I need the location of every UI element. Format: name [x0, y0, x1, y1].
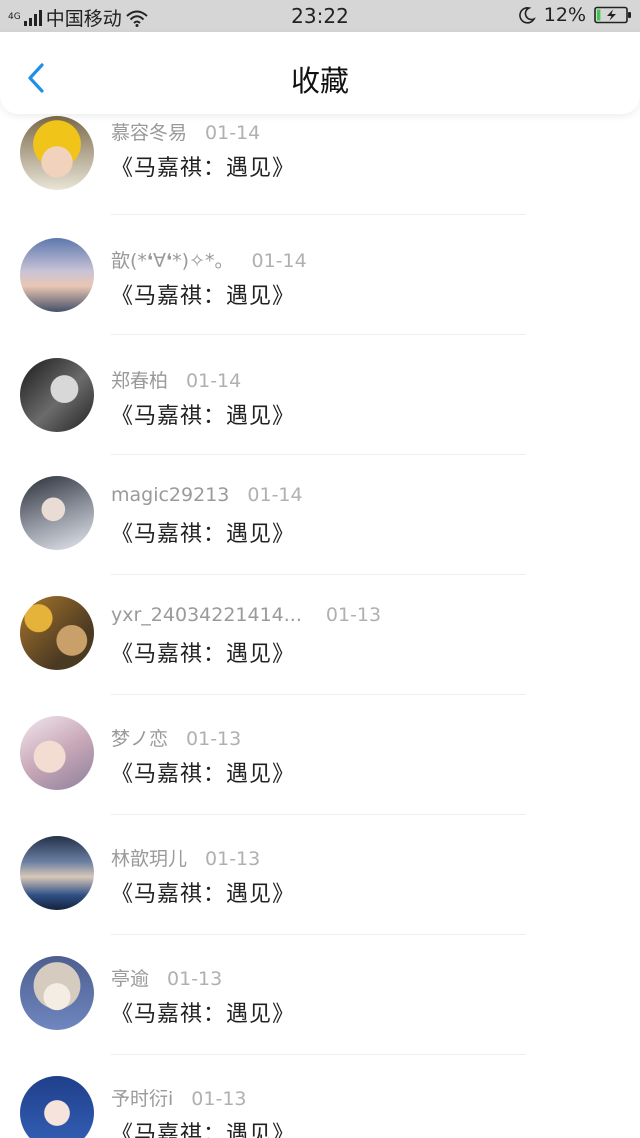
battery-charging-icon [594, 6, 631, 24]
item-meta: yxr_24034221414... 01-13 [111, 604, 381, 626]
avatar[interactable] [20, 238, 94, 312]
divider [111, 694, 526, 695]
avatar[interactable] [20, 1076, 94, 1138]
divider [111, 334, 526, 335]
avatar[interactable] [20, 358, 94, 432]
work-title[interactable]: 《马嘉祺：遇见》 [111, 150, 295, 182]
item-meta: 歆(*❛∀❛*)✧*。 01-14 [111, 246, 307, 273]
user-name[interactable]: 林歆玥儿 [111, 848, 187, 870]
item-date: 01-14 [247, 484, 303, 506]
user-name[interactable]: 歆(*❛∀❛*)✧*。 [111, 250, 234, 272]
item-date: 01-13 [186, 728, 242, 750]
user-name[interactable]: yxr_24034221414... [111, 604, 302, 626]
item-date: 01-14 [251, 250, 307, 272]
avatar[interactable] [20, 716, 94, 790]
avatar[interactable] [20, 836, 94, 910]
divider [111, 454, 526, 455]
divider [111, 814, 526, 815]
list-item[interactable]: 梦ノ恋 01-13 《马嘉祺：遇见》 [0, 706, 640, 825]
divider [111, 1054, 526, 1055]
user-name[interactable]: magic29213 [111, 484, 229, 506]
user-name[interactable]: 予时衍i [111, 1088, 173, 1110]
avatar[interactable] [20, 596, 94, 670]
divider [111, 214, 526, 215]
item-date: 01-13 [325, 604, 382, 626]
header-bar: 收藏 [0, 32, 640, 114]
list-item[interactable]: magic29213 01-14 《马嘉祺：遇见》 [0, 466, 640, 585]
item-meta: 林歆玥儿 01-13 [111, 844, 260, 871]
item-meta: 予时衍i 01-13 [111, 1084, 247, 1111]
work-title[interactable]: 《马嘉祺：遇见》 [111, 876, 295, 908]
user-name[interactable]: 郑春柏 [111, 370, 168, 392]
avatar[interactable] [20, 116, 94, 190]
work-title[interactable]: 《马嘉祺：遇见》 [111, 996, 295, 1028]
list-item[interactable]: 亭逾 01-13 《马嘉祺：遇见》 [0, 946, 640, 1065]
item-date: 01-13 [191, 1088, 247, 1110]
user-name[interactable]: 梦ノ恋 [111, 728, 168, 750]
work-title[interactable]: 《马嘉祺：遇见》 [111, 756, 295, 788]
list-item[interactable]: 林歆玥儿 01-13 《马嘉祺：遇见》 [0, 826, 640, 945]
list-item[interactable]: 歆(*❛∀❛*)✧*。 01-14 《马嘉祺：遇见》 [0, 226, 640, 345]
divider [111, 574, 526, 575]
item-meta: 慕容冬易 01-14 [111, 118, 260, 145]
favorites-list: 慕容冬易 01-14 《马嘉祺：遇见》 歆(*❛∀❛*)✧*。 01-14 《马嘉祺… [0, 114, 640, 1138]
item-meta: 郑春柏 01-14 [111, 366, 241, 393]
divider [111, 934, 526, 935]
list-item[interactable]: 郑春柏 01-14 《马嘉祺：遇见》 [0, 346, 640, 465]
work-title[interactable]: 《马嘉祺：遇见》 [111, 516, 295, 548]
user-name[interactable]: 慕容冬易 [111, 122, 187, 144]
user-name[interactable]: 亭逾 [111, 968, 149, 990]
avatar[interactable] [20, 476, 94, 550]
status-right: 12% [518, 4, 632, 26]
item-meta: 亭逾 01-13 [111, 964, 222, 991]
work-title[interactable]: 《马嘉祺：遇见》 [111, 398, 295, 430]
work-title[interactable]: 《马嘉祺：遇见》 [111, 1116, 295, 1138]
avatar[interactable] [20, 956, 94, 1030]
item-meta: magic29213 01-14 [111, 484, 303, 506]
status-bar: 4G 中国移动 23:22 12% [0, 0, 640, 32]
work-title[interactable]: 《马嘉祺：遇见》 [111, 636, 295, 668]
item-date: 01-14 [186, 370, 242, 392]
item-date: 01-14 [205, 122, 261, 144]
battery-percent: 12% [543, 4, 586, 26]
page-title: 收藏 [290, 64, 349, 98]
list-item[interactable]: 慕容冬易 01-14 《马嘉祺：遇见》 [0, 114, 640, 225]
work-title[interactable]: 《马嘉祺：遇见》 [111, 278, 295, 310]
item-date: 01-13 [205, 848, 261, 870]
moon-icon [518, 7, 536, 24]
item-meta: 梦ノ恋 01-13 [111, 724, 241, 751]
item-date: 01-13 [167, 968, 223, 990]
list-item[interactable]: 予时衍i 01-13 《马嘉祺：遇见》 [0, 1066, 640, 1138]
list-item[interactable]: yxr_24034221414... 01-13 《马嘉祺：遇见》 [0, 586, 640, 705]
